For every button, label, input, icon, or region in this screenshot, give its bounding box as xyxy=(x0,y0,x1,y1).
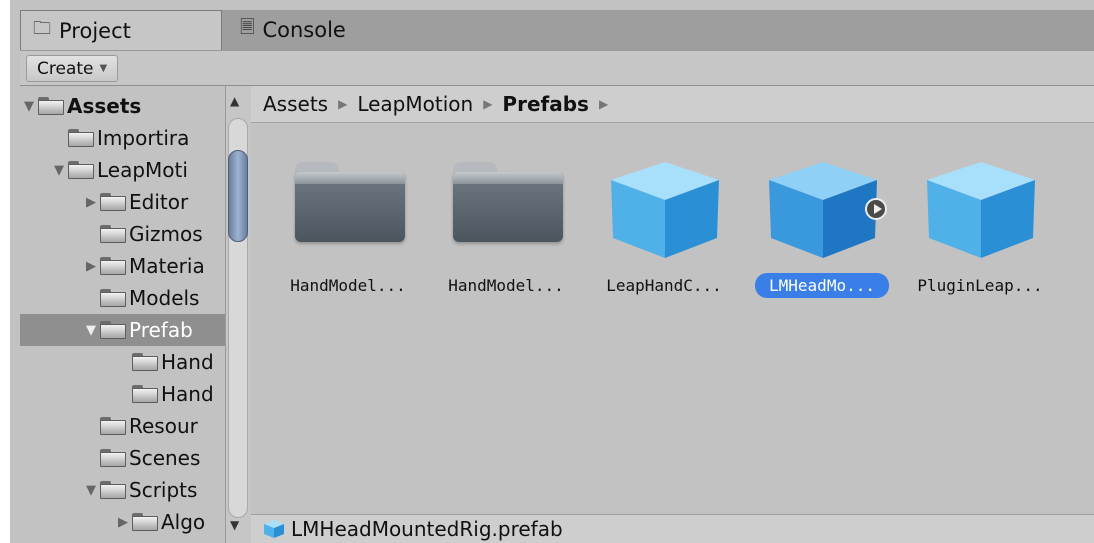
large-folder-icon xyxy=(453,162,563,242)
scroll-down-arrow-icon[interactable]: ▼ xyxy=(230,518,239,532)
prefab-cube-icon xyxy=(927,162,1035,258)
tree-item-gizmos[interactable]: Gizmos xyxy=(100,218,203,250)
tree-item-label: Scenes xyxy=(129,446,201,470)
folder-icon: 🗀 xyxy=(33,17,51,39)
tree-item-label: Resour xyxy=(129,414,198,438)
breadcrumb-item-prefabs[interactable]: Prefabs xyxy=(502,92,589,116)
toolbar: Create ▼ xyxy=(20,50,1094,86)
folder-icon xyxy=(100,481,126,499)
tree-item-label: Hand xyxy=(161,382,214,406)
create-button[interactable]: Create ▼ xyxy=(26,55,119,82)
asset-label: LMHeadMo... xyxy=(747,273,897,298)
tree-item-label: Assets xyxy=(67,94,142,118)
folder-icon xyxy=(100,257,126,275)
tree-item-scripts[interactable]: ▼ Scripts xyxy=(82,474,197,506)
tree-item-importira[interactable]: Importira xyxy=(68,122,189,154)
tree-item-leapmotion[interactable]: ▼ LeapMoti xyxy=(50,154,188,186)
prefab-cube-icon xyxy=(264,520,284,538)
tree-item-resources[interactable]: Resour xyxy=(100,410,198,442)
tree-item-label: Materia xyxy=(129,254,205,278)
selected-asset-path: LMHeadMountedRig.prefab xyxy=(291,517,563,541)
expand-arrow-icon[interactable]: ▼ xyxy=(82,483,100,498)
folder-icon xyxy=(100,225,126,243)
folder-icon xyxy=(100,449,126,467)
folder-icon xyxy=(38,97,64,115)
asset-item[interactable]: HandModel... xyxy=(431,154,581,314)
folder-icon xyxy=(132,385,158,403)
tree-item-label: Scripts xyxy=(129,478,198,502)
folder-icon xyxy=(100,321,126,339)
tab-project[interactable]: 🗀 Project xyxy=(20,10,222,50)
asset-browser: Assets ▶ LeapMotion ▶ Prefabs ▶ HandMode… xyxy=(251,86,1094,543)
tree-scrollbar[interactable]: ▲ ▼ xyxy=(225,86,251,543)
folder-icon xyxy=(100,417,126,435)
prefab-cube-icon xyxy=(611,162,719,258)
tree-item-prefabs[interactable]: ▼ Prefab xyxy=(20,314,225,346)
tree-item-hand-1[interactable]: Hand xyxy=(132,346,214,378)
asset-item[interactable]: PluginLeap... xyxy=(905,154,1055,314)
selection-footer: LMHeadMountedRig.prefab xyxy=(251,514,1094,543)
tree-item-label: Hand xyxy=(161,350,214,374)
asset-label: HandModel... xyxy=(290,276,406,295)
asset-label: LeapHandC... xyxy=(606,276,722,295)
breadcrumb: Assets ▶ LeapMotion ▶ Prefabs ▶ xyxy=(251,86,1094,123)
folder-icon xyxy=(68,161,94,179)
tree-item-assets[interactable]: ▼ Assets xyxy=(20,90,225,122)
folder-icon xyxy=(132,353,158,371)
tree-item-label: Prefab xyxy=(129,318,193,342)
breadcrumb-item-assets[interactable]: Assets xyxy=(263,92,328,116)
asset-item[interactable]: HandModel... xyxy=(273,154,423,314)
expand-arrow-icon[interactable]: ▼ xyxy=(82,323,100,338)
tree-item-materials[interactable]: ▶ Materia xyxy=(82,250,205,282)
folder-icon xyxy=(100,289,126,307)
expand-prefab-play-icon[interactable] xyxy=(865,198,887,220)
tree-item-editor[interactable]: ▶ Editor xyxy=(82,186,188,218)
create-button-label: Create xyxy=(37,58,94,79)
chevron-right-icon: ▶ xyxy=(598,97,609,111)
asset-item[interactable]: LeapHandC... xyxy=(589,154,739,314)
breadcrumb-item-leapmotion[interactable]: LeapMotion xyxy=(357,92,473,116)
folder-icon xyxy=(100,193,126,211)
scroll-up-arrow-icon[interactable]: ▲ xyxy=(230,94,239,108)
console-icon: 🗏 xyxy=(240,17,255,38)
collapse-arrow-icon[interactable]: ▶ xyxy=(82,259,100,274)
asset-item-selected[interactable]: LMHeadMo... xyxy=(747,154,897,314)
asset-label: HandModel... xyxy=(448,276,564,295)
tab-console-label: Console xyxy=(262,18,346,42)
tree-item-label: Models xyxy=(129,286,200,310)
chevron-right-icon: ▶ xyxy=(338,97,348,111)
asset-label: PluginLeap... xyxy=(917,276,1043,295)
collapse-arrow-icon[interactable]: ▶ xyxy=(82,195,100,210)
tab-project-label: Project xyxy=(59,18,131,43)
tree-item-label: LeapMoti xyxy=(97,158,188,182)
tree-item-algo[interactable]: ▶ Algo xyxy=(114,506,205,538)
project-window: 🗀 Project 🗏 Console Create ▼ ▼ Assets Im… xyxy=(0,0,1094,543)
tree-item-models[interactable]: Models xyxy=(100,282,199,314)
large-folder-icon xyxy=(295,162,405,242)
expand-arrow-icon[interactable]: ▼ xyxy=(50,163,68,178)
tree-item-label: Editor xyxy=(129,190,189,214)
scrollbar-thumb[interactable] xyxy=(228,150,248,242)
tree-item-label: Gizmos xyxy=(129,222,203,246)
dropdown-arrow-icon: ▼ xyxy=(99,63,108,74)
tree-item-label: Algo xyxy=(161,510,206,534)
folder-icon xyxy=(132,513,158,531)
tab-bar: 🗀 Project 🗏 Console xyxy=(20,10,1094,50)
tree-item-label: Importira xyxy=(97,126,190,150)
tree-item-hand-2[interactable]: Hand xyxy=(132,378,214,410)
folder-icon xyxy=(68,129,94,147)
folder-tree: ▼ Assets Importira ▼ LeapMoti ▶ Editor G… xyxy=(20,86,225,543)
chevron-right-icon: ▶ xyxy=(483,97,493,111)
expand-arrow-icon[interactable]: ▼ xyxy=(20,99,38,114)
tab-console[interactable]: 🗏 Console xyxy=(240,10,460,50)
tree-item-scenes[interactable]: Scenes xyxy=(100,442,200,474)
prefab-cube-icon xyxy=(769,162,877,258)
collapse-arrow-icon[interactable]: ▶ xyxy=(114,515,132,530)
